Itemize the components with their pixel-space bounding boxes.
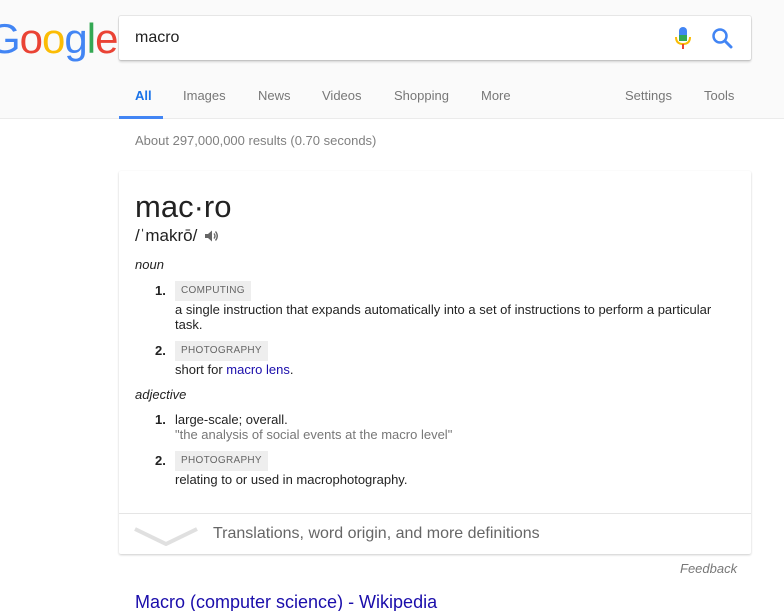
definition-example: "the analysis of social events at the ma…	[175, 427, 453, 442]
domain-label: PHOTOGRAPHY	[175, 451, 268, 471]
tab-news[interactable]: News	[258, 88, 291, 103]
definition-text: a single instruction that expands automa…	[175, 302, 712, 332]
tab-all[interactable]: All	[135, 88, 152, 103]
logo-letter: o	[19, 15, 43, 62]
active-tab-indicator	[119, 116, 163, 119]
logo-letter: e	[95, 15, 118, 62]
tab-shopping[interactable]: Shopping	[394, 88, 449, 103]
domain-label: PHOTOGRAPHY	[175, 341, 268, 361]
header-bar: Google All Images News Videos Shopping M…	[0, 0, 784, 119]
logo-letter: g	[64, 15, 87, 62]
tab-more[interactable]: More	[481, 88, 511, 103]
result-stats: About 297,000,000 results (0.70 seconds)	[135, 133, 377, 148]
tab-settings[interactable]: Settings	[625, 88, 672, 103]
definition-number: 1.	[155, 283, 166, 298]
search-icon[interactable]	[711, 27, 733, 49]
part-of-speech-adjective: adjective	[135, 387, 187, 402]
macro-lens-link[interactable]: macro lens	[226, 362, 290, 377]
search-tabs: All Images News Videos Shopping More Set…	[0, 74, 784, 119]
tab-videos[interactable]: Videos	[322, 88, 362, 103]
pronunciation-row: /ˈmakrō/	[135, 226, 219, 246]
more-definitions-button[interactable]: Translations, word origin, and more defi…	[119, 513, 751, 554]
definition-text: large-scale; overall.	[175, 412, 288, 427]
dictionary-card: mac·ro /ˈmakrō/ noun 1. COMPUTING a sing…	[119, 171, 751, 554]
feedback-link[interactable]: Feedback	[680, 561, 737, 576]
definition-number: 1.	[155, 412, 166, 427]
domain-label: COMPUTING	[175, 281, 251, 301]
definition-prefix: short for	[175, 362, 227, 377]
definition-suffix: .	[289, 362, 294, 377]
tab-tools[interactable]: Tools	[704, 88, 734, 103]
pronunciation: /ˈmakrō/	[135, 226, 198, 245]
mic-icon[interactable]	[673, 26, 693, 50]
search-box	[119, 16, 751, 60]
more-definitions-label: Translations, word origin, and more defi…	[213, 525, 540, 542]
headword: mac·ro	[135, 189, 232, 224]
search-input[interactable]	[135, 16, 655, 60]
chevron-down-icon	[134, 527, 198, 546]
definition-number: 2.	[155, 453, 166, 468]
definition-text: relating to or used in macrophotography.	[175, 472, 408, 487]
result-title-link[interactable]: Macro (computer science) - Wikipedia	[135, 592, 437, 611]
tab-images[interactable]: Images	[183, 88, 226, 103]
definition-number: 2.	[155, 343, 166, 358]
definition-text: short for macro lens.	[175, 362, 735, 377]
logo-letter: G	[0, 15, 21, 62]
logo-letter: o	[42, 15, 65, 62]
part-of-speech-noun: noun	[135, 257, 164, 272]
google-logo[interactable]: Google	[0, 14, 118, 64]
speaker-icon[interactable]	[203, 228, 219, 244]
logo-letter: l	[86, 15, 96, 62]
